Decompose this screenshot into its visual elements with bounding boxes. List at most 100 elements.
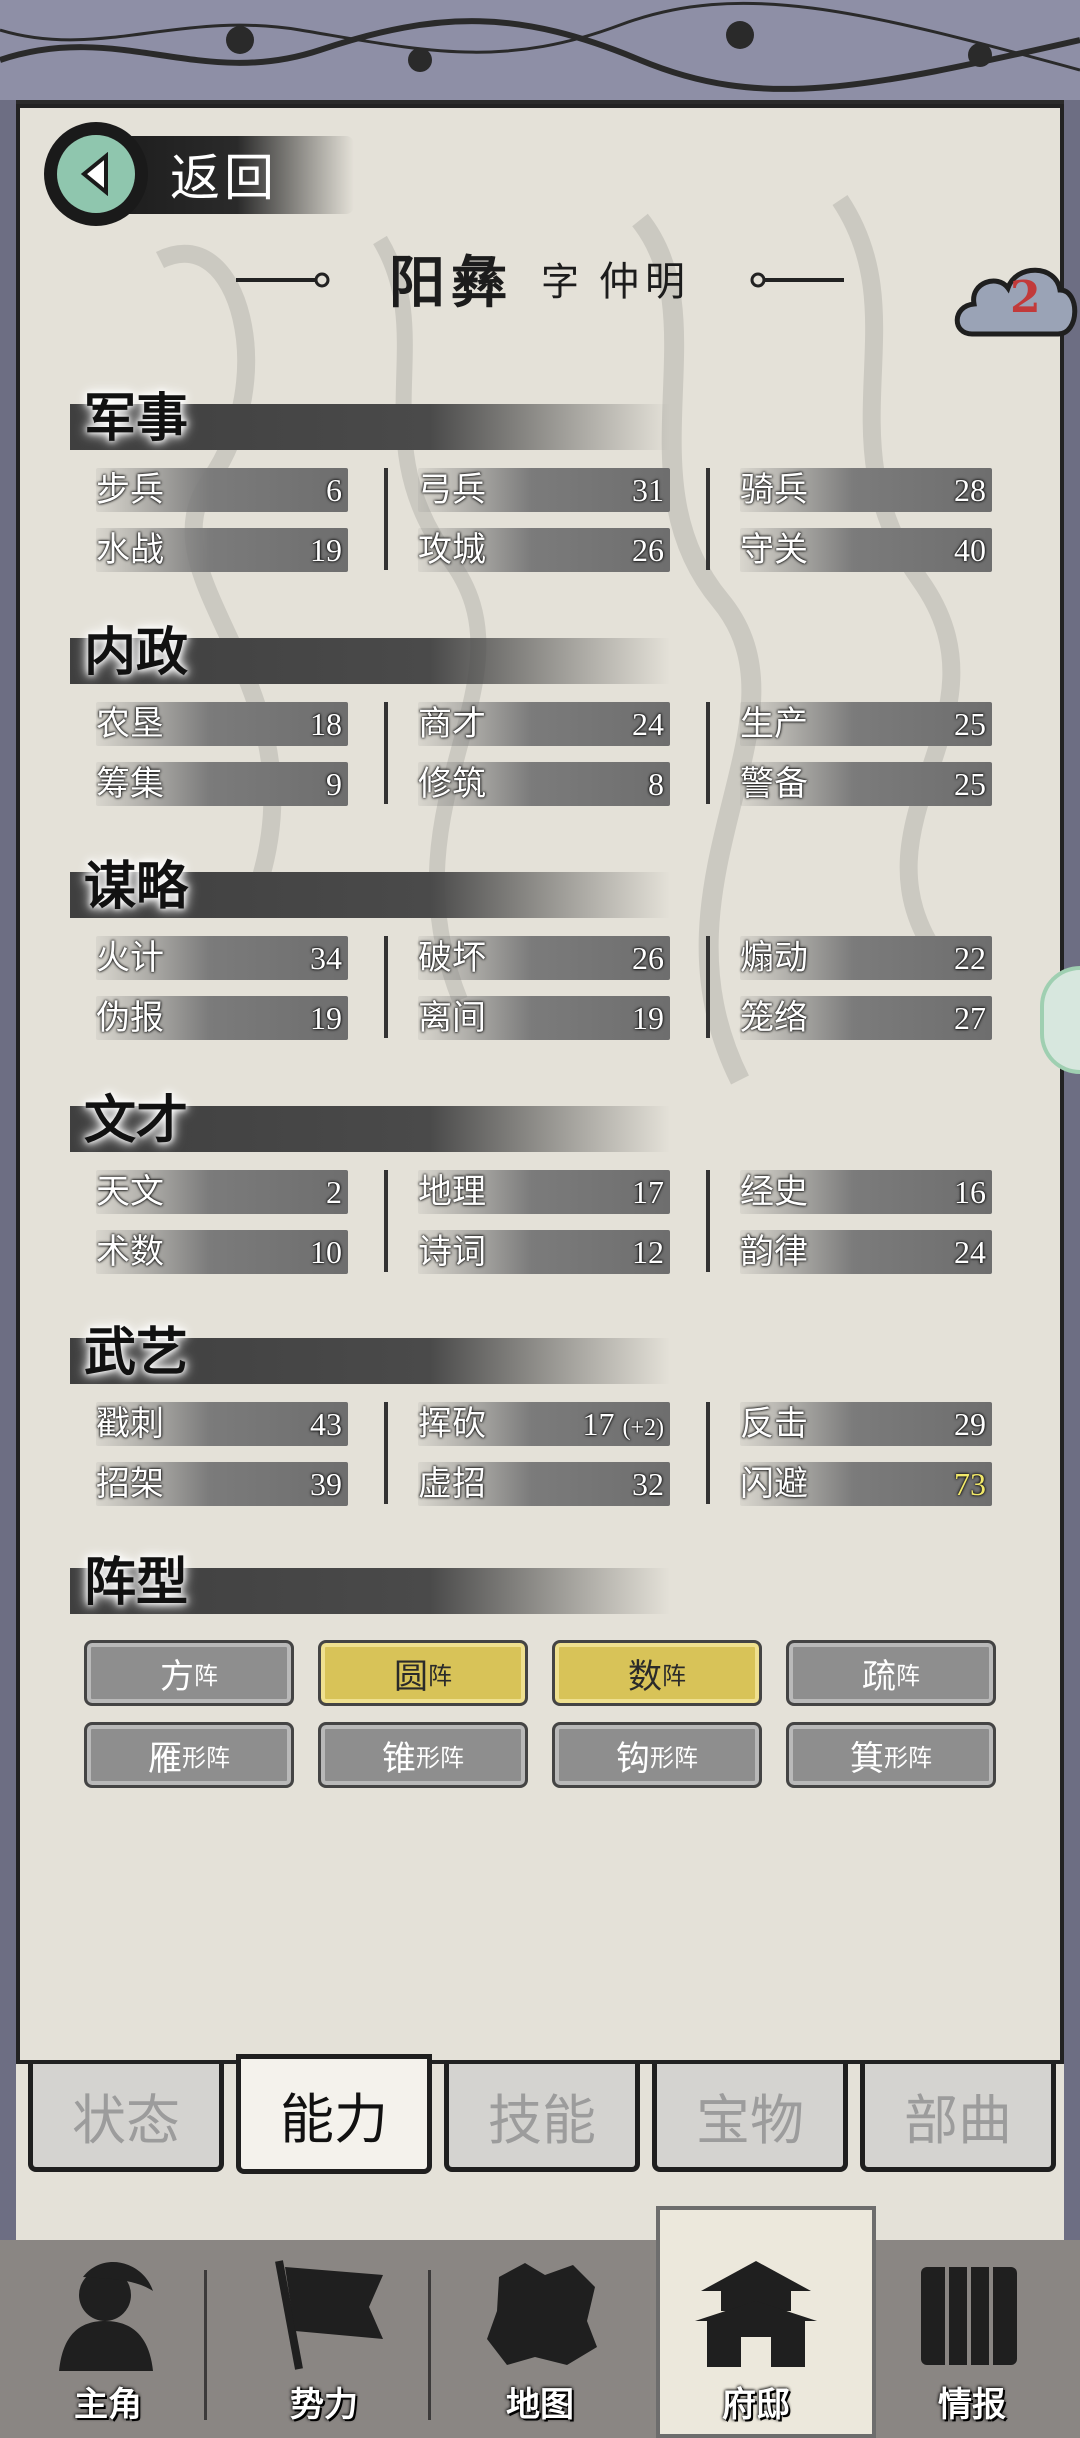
formation-button[interactable]: 圆阵 [318, 1640, 528, 1706]
stat-label: 破坏 [418, 938, 486, 978]
formation-suffix: 形阵 [416, 1743, 464, 1772]
stat-value-wrap: 24 [632, 702, 664, 746]
back-button[interactable]: 返回 [44, 122, 354, 226]
tab-troops[interactable]: 部曲 [860, 2064, 1056, 2172]
stat-row: 诗词 12 [418, 1230, 670, 1274]
stat-label: 笼络 [740, 998, 808, 1038]
nav-label: 主角 [74, 2385, 142, 2425]
formation-suffix: 阵 [428, 1661, 452, 1690]
stat-value-wrap: 32 [632, 1462, 664, 1506]
formation-button[interactable]: 方阵 [84, 1640, 294, 1706]
stat-label: 守关 [740, 530, 808, 570]
stat-row: 离间 19 [418, 996, 670, 1040]
stat-column-divider [384, 1170, 388, 1272]
stat-value: 39 [310, 1466, 342, 1502]
formation-button[interactable]: 雁形阵 [84, 1722, 294, 1788]
section-header-politics: 内政 [70, 610, 670, 684]
courtesy-name: 仲明 [599, 259, 691, 305]
tab-skills[interactable]: 技能 [444, 2064, 640, 2172]
nav-label: 情报 [938, 2385, 1006, 2425]
stat-label: 商才 [418, 704, 486, 744]
stat-value: 10 [310, 1234, 342, 1270]
tab-treasure[interactable]: 宝物 [652, 2064, 848, 2172]
stat-label: 水战 [96, 530, 164, 570]
stat-value: 24 [632, 706, 664, 742]
stat-row: 攻城 26 [418, 528, 670, 572]
stat-row: 地理 17 [418, 1170, 670, 1214]
scroll-icon [907, 2251, 1037, 2371]
stat-column-divider [384, 702, 388, 804]
nav-label: 地图 [506, 2385, 574, 2425]
notification-cloud-badge[interactable]: 2 [952, 254, 1080, 350]
stat-value-wrap: 9 [326, 762, 342, 806]
stat-value: 34 [310, 940, 342, 976]
nav-map[interactable]: 地图 [432, 2240, 648, 2438]
section-title: 谋略 [84, 856, 189, 917]
section-title: 武艺 [84, 1322, 189, 1383]
stat-row: 筹集 9 [96, 762, 348, 806]
formation-button[interactable]: 箕形阵 [786, 1722, 996, 1788]
formation-button[interactable]: 钩形阵 [552, 1722, 762, 1788]
stat-label: 经史 [740, 1172, 808, 1212]
nav-label: 府邸 [722, 2385, 790, 2425]
stat-row: 韵律 24 [740, 1230, 992, 1274]
stat-label: 修筑 [418, 764, 486, 804]
top-decorative-band [0, 0, 1080, 104]
stat-row: 笼络 27 [740, 996, 992, 1040]
section-header-military: 军事 [70, 376, 670, 450]
stat-row: 伪报 19 [96, 996, 348, 1040]
tab-ability[interactable]: 能力 [236, 2054, 432, 2174]
stat-value-wrap: 25 [954, 702, 986, 746]
stat-value-wrap: 34 [310, 936, 342, 980]
nav-hero[interactable]: 主角 [0, 2240, 216, 2438]
stat-value-wrap: 19 [310, 996, 342, 1040]
stat-row: 步兵 6 [96, 468, 348, 512]
stat-value: 25 [954, 766, 986, 802]
stat-label: 诗词 [418, 1232, 486, 1272]
stat-value: 16 [954, 1174, 986, 1210]
stat-row: 弓兵 31 [418, 468, 670, 512]
stat-value-wrap: 25 [954, 762, 986, 806]
formation-button[interactable]: 疏阵 [786, 1640, 996, 1706]
formation-button[interactable]: 数阵 [552, 1640, 762, 1706]
stat-value-wrap: 10 [310, 1230, 342, 1274]
tab-label: 技能 [488, 2089, 596, 2152]
tab-status[interactable]: 状态 [28, 2064, 224, 2172]
tab-label: 能力 [280, 2087, 388, 2151]
stat-column-divider [384, 468, 388, 570]
stat-value-wrap: 6 [326, 468, 342, 512]
back-arrow-icon [44, 122, 148, 226]
stat-value-wrap: 24 [954, 1230, 986, 1274]
stat-row: 挥砍 17 (+2) [418, 1402, 670, 1446]
stat-label: 煽动 [740, 938, 808, 978]
stat-value-wrap: 26 [632, 936, 664, 980]
map-icon [475, 2251, 605, 2371]
stat-value-wrap: 19 [632, 996, 664, 1040]
frame-left [0, 100, 16, 2240]
stat-value: 25 [954, 706, 986, 742]
back-label: 返回 [170, 149, 278, 207]
formation-suffix: 阵 [662, 1661, 686, 1690]
stat-row: 警备 25 [740, 762, 992, 806]
tab-label: 宝物 [696, 2089, 804, 2152]
section-header-martial: 武艺 [70, 1310, 670, 1384]
stat-column-divider [706, 936, 710, 1038]
formation-button[interactable]: 锥形阵 [318, 1722, 528, 1788]
nav-flag[interactable]: 势力 [216, 2240, 432, 2438]
nav-mansion[interactable]: 府邸 [648, 2240, 864, 2438]
stat-value: 24 [954, 1234, 986, 1270]
stat-value-wrap: 43 [310, 1402, 342, 1446]
stat-value: 31 [632, 472, 664, 508]
nav-scroll[interactable]: 情报 [864, 2240, 1080, 2438]
stat-row: 招架 39 [96, 1462, 348, 1506]
section-header-strategy: 谋略 [70, 844, 670, 918]
stat-label: 反击 [740, 1404, 808, 1444]
stat-value: 26 [632, 532, 664, 568]
formation-suffix: 形阵 [650, 1743, 698, 1772]
nav-label: 势力 [290, 2385, 358, 2425]
stat-value-wrap: 2 [326, 1170, 342, 1214]
formation-name: 方 [160, 1656, 194, 1697]
stat-value: 73 [954, 1466, 986, 1502]
character-name: 阳彝 [388, 249, 513, 316]
tab-label: 状态 [72, 2089, 180, 2152]
